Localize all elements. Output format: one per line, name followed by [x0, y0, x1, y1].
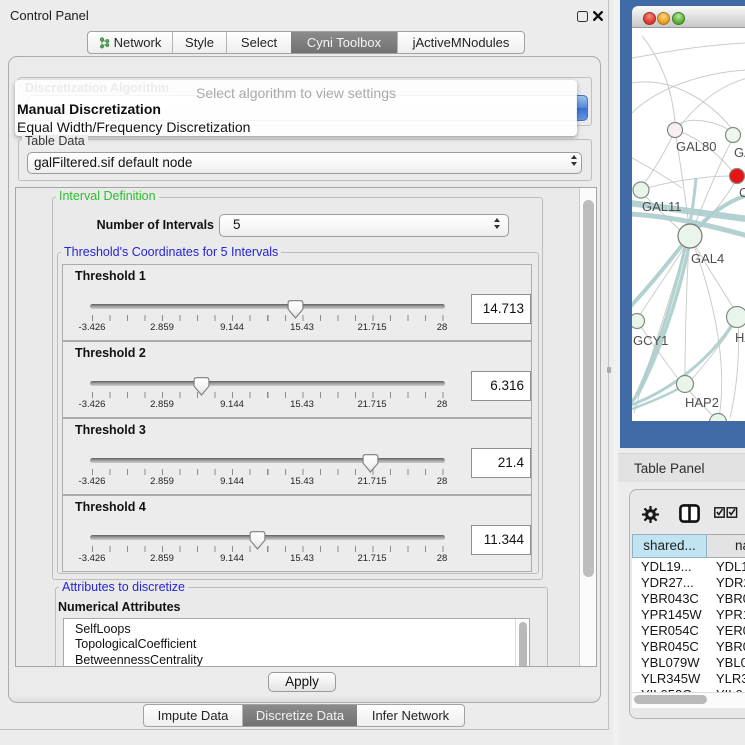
svg-text:GA: GA	[734, 145, 745, 160]
svg-text:GAL80: GAL80	[676, 139, 716, 154]
svg-text:GAL4: GAL4	[691, 251, 724, 266]
svg-text:GAL11: GAL11	[642, 199, 682, 214]
svg-text:HAP2: HAP2	[685, 395, 719, 410]
svg-text:GCY1: GCY1	[633, 333, 668, 348]
svg-text:CR: CR	[739, 185, 745, 200]
svg-text:HA: HA	[735, 330, 745, 345]
